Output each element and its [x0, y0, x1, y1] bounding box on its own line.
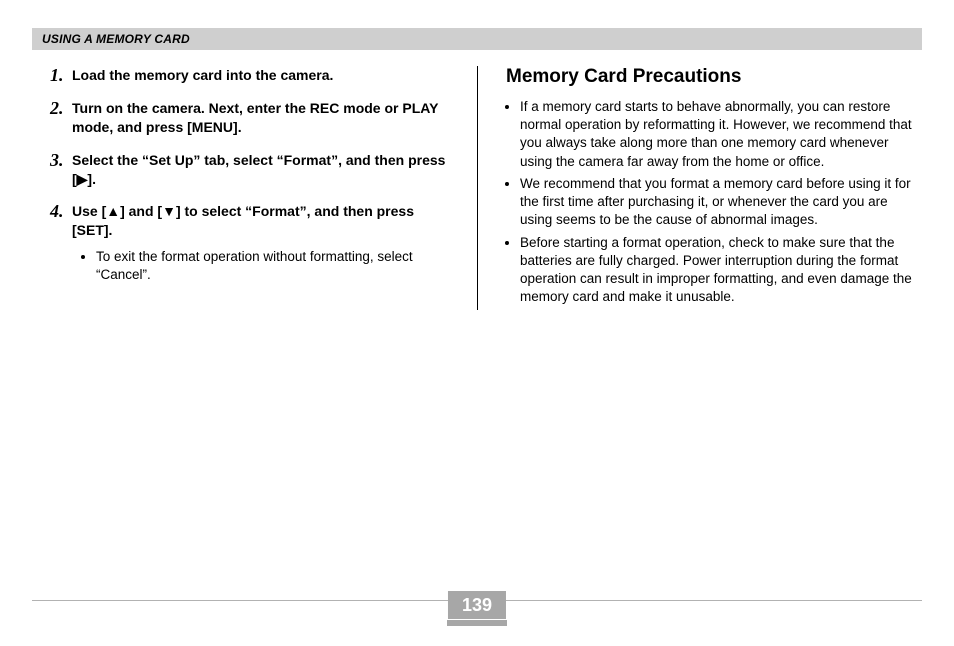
- step-item: 2. Turn on the camera. Next, enter the R…: [50, 99, 453, 137]
- left-column: 1. Load the memory card into the camera.…: [32, 66, 477, 310]
- right-column: Memory Card Precautions If a memory card…: [477, 66, 922, 310]
- steps-list: 1. Load the memory card into the camera.…: [50, 66, 453, 285]
- section-header-bar: USING A MEMORY CARD: [32, 28, 922, 50]
- step-text: Load the memory card into the camera.: [72, 67, 333, 83]
- step-number: 4.: [50, 199, 64, 223]
- precautions-heading: Memory Card Precautions: [506, 66, 912, 88]
- precautions-item: If a memory card starts to behave abnorm…: [520, 98, 912, 171]
- page-footer: 139: [32, 586, 922, 616]
- step-number: 2.: [50, 96, 64, 120]
- step-number: 1.: [50, 63, 64, 87]
- precautions-item: We recommend that you format a memory ca…: [520, 175, 912, 230]
- step-text: Turn on the camera. Next, enter the REC …: [72, 100, 438, 135]
- step-item: 1. Load the memory card into the camera.: [50, 66, 453, 85]
- page-number-box: 139: [448, 591, 506, 619]
- two-column-layout: 1. Load the memory card into the camera.…: [32, 66, 922, 310]
- step-sublist-item: To exit the format operation without for…: [96, 248, 453, 284]
- step-item: 3. Select the “Set Up” tab, select “Form…: [50, 151, 453, 189]
- section-header-text: USING A MEMORY CARD: [42, 32, 190, 46]
- precautions-item: Before starting a format operation, chec…: [520, 234, 912, 307]
- step-number: 3.: [50, 148, 64, 172]
- page-number-shadow: [447, 620, 507, 626]
- precautions-list: If a memory card starts to behave abnorm…: [506, 98, 912, 306]
- step-sublist: To exit the format operation without for…: [82, 248, 453, 284]
- step-text: Use [▲] and [▼] to select “Format”, and …: [72, 203, 414, 238]
- page-number: 139: [462, 595, 492, 616]
- step-item: 4. Use [▲] and [▼] to select “Format”, a…: [50, 202, 453, 284]
- step-text: Select the “Set Up” tab, select “Format”…: [72, 152, 445, 187]
